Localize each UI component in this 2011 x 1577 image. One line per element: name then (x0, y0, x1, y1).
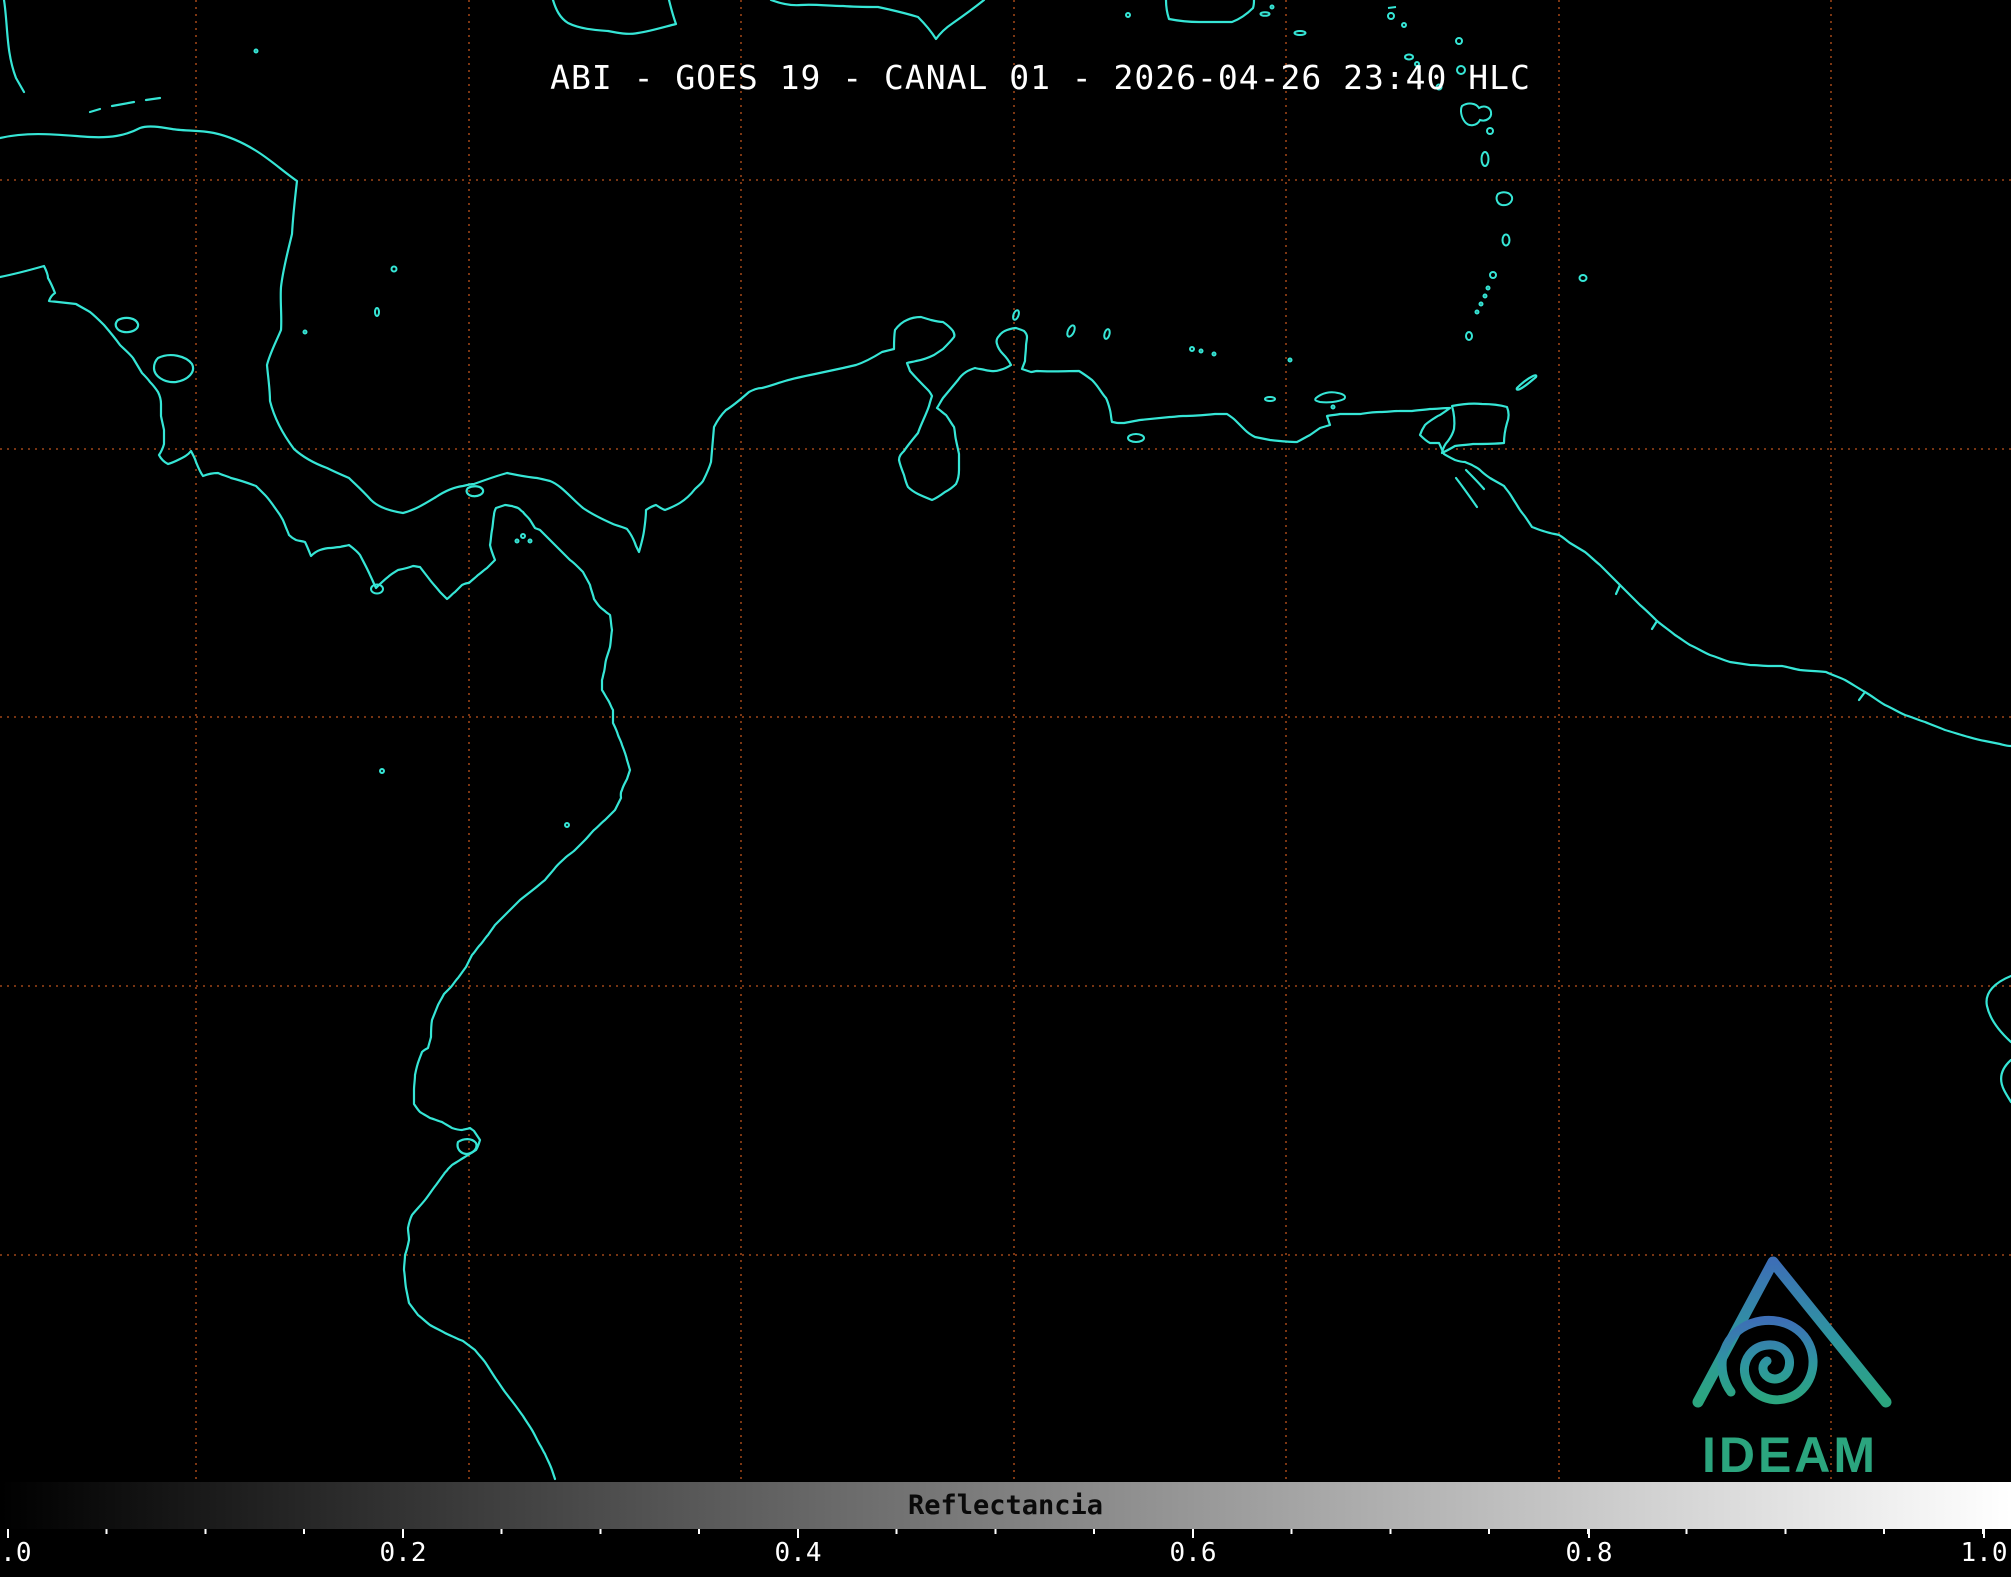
ideam-logo: IDEAM (1668, 1244, 1912, 1480)
island (1503, 235, 1510, 246)
coastline (458, 1139, 477, 1154)
coastline (0, 266, 630, 1479)
island (1012, 309, 1020, 320)
island (1482, 152, 1489, 166)
colorbar-tick (1192, 1529, 1194, 1538)
coastline (1456, 478, 1477, 507)
colorbar-tick-label: 0.0 (0, 1538, 31, 1568)
coastline (90, 109, 100, 112)
island (1128, 434, 1144, 442)
island (529, 540, 532, 543)
island (1289, 359, 1292, 362)
coastline (771, 0, 984, 39)
colorbar-minor-ticks (7, 1529, 1985, 1534)
colorbar-tick (1588, 1529, 1590, 1538)
colorbar-tick-label: 0.2 (380, 1538, 427, 1568)
island (565, 823, 569, 827)
island (521, 534, 525, 538)
colorbar-tick (402, 1529, 404, 1538)
coastline (146, 98, 160, 100)
coastline (112, 102, 134, 106)
colorbar-tick (797, 1529, 799, 1538)
coastline (1987, 976, 2011, 1042)
island (375, 308, 379, 316)
island (1484, 295, 1487, 298)
coastline (4, 0, 24, 92)
island (1580, 275, 1587, 281)
island (1190, 347, 1194, 351)
island (1487, 287, 1490, 290)
coastline (1442, 404, 1509, 453)
coastline (1517, 375, 1537, 389)
island (1476, 311, 1479, 314)
island (380, 769, 384, 773)
colorbar-tick-label: 0.6 (1170, 1538, 1217, 1568)
goes-satellite-image: ABI - GOES 19 - CANAL 01 - 2026-04-26 23… (0, 0, 2011, 1577)
colorbar: Reflectancia 0.0 0.2 0.4 0.6 0.8 1.0 (0, 1482, 2011, 1577)
island (1456, 38, 1462, 44)
ideam-logo-text: IDEAM (1668, 1426, 1912, 1484)
island (1388, 7, 1396, 8)
island (1332, 406, 1335, 409)
colorbar-tick (7, 1529, 9, 1538)
island (1126, 13, 1130, 17)
colorbar-tick-label: 0.4 (775, 1538, 822, 1568)
island (1315, 392, 1345, 402)
image-title: ABI - GOES 19 - CANAL 01 - 2026-04-26 23… (70, 58, 2011, 97)
coastline (0, 126, 2011, 746)
colorbar-gradient: Reflectancia (0, 1482, 2011, 1529)
colorbar-tick (1983, 1529, 1985, 1538)
island (1402, 23, 1406, 27)
coastline (1166, 0, 1254, 22)
coastline (553, 0, 676, 34)
coastline (154, 355, 193, 382)
island (1265, 397, 1275, 401)
ideam-logo-mark (1668, 1244, 1912, 1424)
island (1261, 12, 1270, 16)
island (1271, 6, 1274, 9)
island (1295, 31, 1306, 35)
island (1103, 329, 1110, 340)
coastline (1652, 621, 1657, 629)
logo-spiral-icon (1722, 1320, 1813, 1399)
island (1480, 303, 1483, 306)
island (1066, 324, 1077, 337)
island (1497, 192, 1513, 205)
island (392, 267, 397, 272)
island (1388, 13, 1394, 19)
colorbar-tick-label: 0.8 (1566, 1538, 1613, 1568)
colorbar-tick-label: 1.0 (1961, 1538, 2008, 1568)
island (1466, 332, 1472, 340)
island (1213, 353, 1216, 356)
island (1461, 104, 1491, 126)
coastline (2001, 1060, 2011, 1102)
island (304, 331, 307, 334)
colorbar-label: Reflectancia (908, 1490, 1103, 1521)
island (1490, 272, 1496, 278)
island (516, 540, 519, 543)
islands-layer (255, 6, 1587, 828)
coastline (1616, 585, 1620, 594)
island (1200, 350, 1203, 353)
island (1487, 128, 1493, 134)
coastline (116, 318, 138, 332)
coastline (1466, 470, 1484, 489)
island (255, 50, 258, 53)
coastline (1859, 692, 1865, 700)
colorbar-axis (0, 1529, 2011, 1543)
